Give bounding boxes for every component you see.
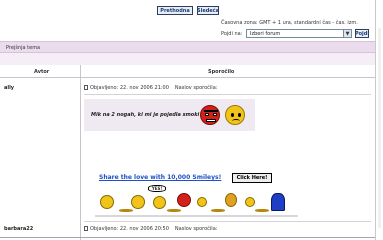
post-date: Objavljeno: 22. nov 2006 21:00	[90, 85, 169, 91]
smiley-figure-icon	[225, 193, 237, 207]
breadcrumb[interactable]: Prejšnja tema	[6, 45, 40, 51]
forum-jump-select[interactable]: Izberi forum ▼	[246, 29, 352, 38]
top-bar: Prethodna Sledeća Časovna zona: GMT + 1 …	[0, 0, 375, 40]
column-header-message: Sporočilo	[208, 69, 235, 75]
document-icon[interactable]	[84, 85, 88, 90]
banner-link[interactable]: Share the love with 10,000 Smileys!	[99, 174, 221, 181]
go-button[interactable]: Pojdi	[355, 29, 369, 38]
post-author[interactable]: barbara22	[4, 226, 33, 232]
chevron-down-icon[interactable]: ▼	[343, 30, 351, 37]
post-message-text: Mik na 2 nogah, ki mi je pojedla smoki j…	[91, 112, 207, 118]
sad-smiley-icon	[225, 105, 245, 125]
previous-button[interactable]: Prethodna	[157, 6, 193, 15]
banner-ground	[95, 215, 298, 217]
smiley-figure-icon	[131, 195, 145, 209]
platform-shape	[167, 209, 181, 212]
scrollbar[interactable]	[375, 0, 383, 240]
smiley-figure-icon	[100, 195, 114, 209]
document-icon[interactable]	[84, 226, 88, 231]
devil-smiley-icon	[177, 193, 191, 207]
post-date: Objavljeno: 22. nov 2006 20:50	[90, 226, 169, 232]
band-spacer	[0, 53, 375, 65]
column-divider	[80, 65, 81, 240]
jump-label: Pojdi na:	[221, 31, 243, 37]
post-subject-label: Naslov sporočila:	[174, 85, 218, 91]
platform-shape	[211, 209, 225, 212]
smiley-figure-icon	[245, 197, 255, 207]
post-subject-label: Naslov sporočila:	[174, 226, 218, 232]
smiley-figure-icon	[197, 197, 207, 207]
post-separator	[84, 221, 371, 222]
blue-smiley-icon	[271, 193, 285, 211]
banner-click-button[interactable]: Click Here!	[232, 173, 272, 183]
bottom-border	[0, 237, 375, 238]
scrollbar-thumb[interactable]	[378, 28, 381, 228]
column-header-author: Avtor	[34, 69, 50, 75]
smiley-figure-icon	[153, 196, 166, 209]
platform-shape	[119, 209, 133, 212]
platform-shape	[255, 209, 269, 212]
smileys-banner[interactable]: Share the love with 10,000 Smileys! Clic…	[95, 171, 298, 218]
next-button[interactable]: Sledeća	[197, 6, 219, 15]
timezone-text: Časovna zona: GMT + 1 ura, standardni ča…	[221, 20, 358, 26]
post-separator	[84, 94, 371, 95]
post-meta: Objavljeno: 22. nov 2006 21:00 Naslov spo…	[84, 85, 217, 91]
forum-jump-value: Izberi forum	[250, 30, 281, 37]
post-meta: Objavljeno: 22. nov 2006 20:50 Naslov spo…	[84, 226, 217, 232]
speech-bubble: YES!	[148, 185, 166, 192]
angry-smiley-icon	[200, 105, 220, 125]
breadcrumb-band: Prejšnja tema	[0, 41, 375, 53]
table-header: Avtor Sporočilo	[0, 65, 375, 78]
post-author[interactable]: ally	[4, 85, 14, 91]
